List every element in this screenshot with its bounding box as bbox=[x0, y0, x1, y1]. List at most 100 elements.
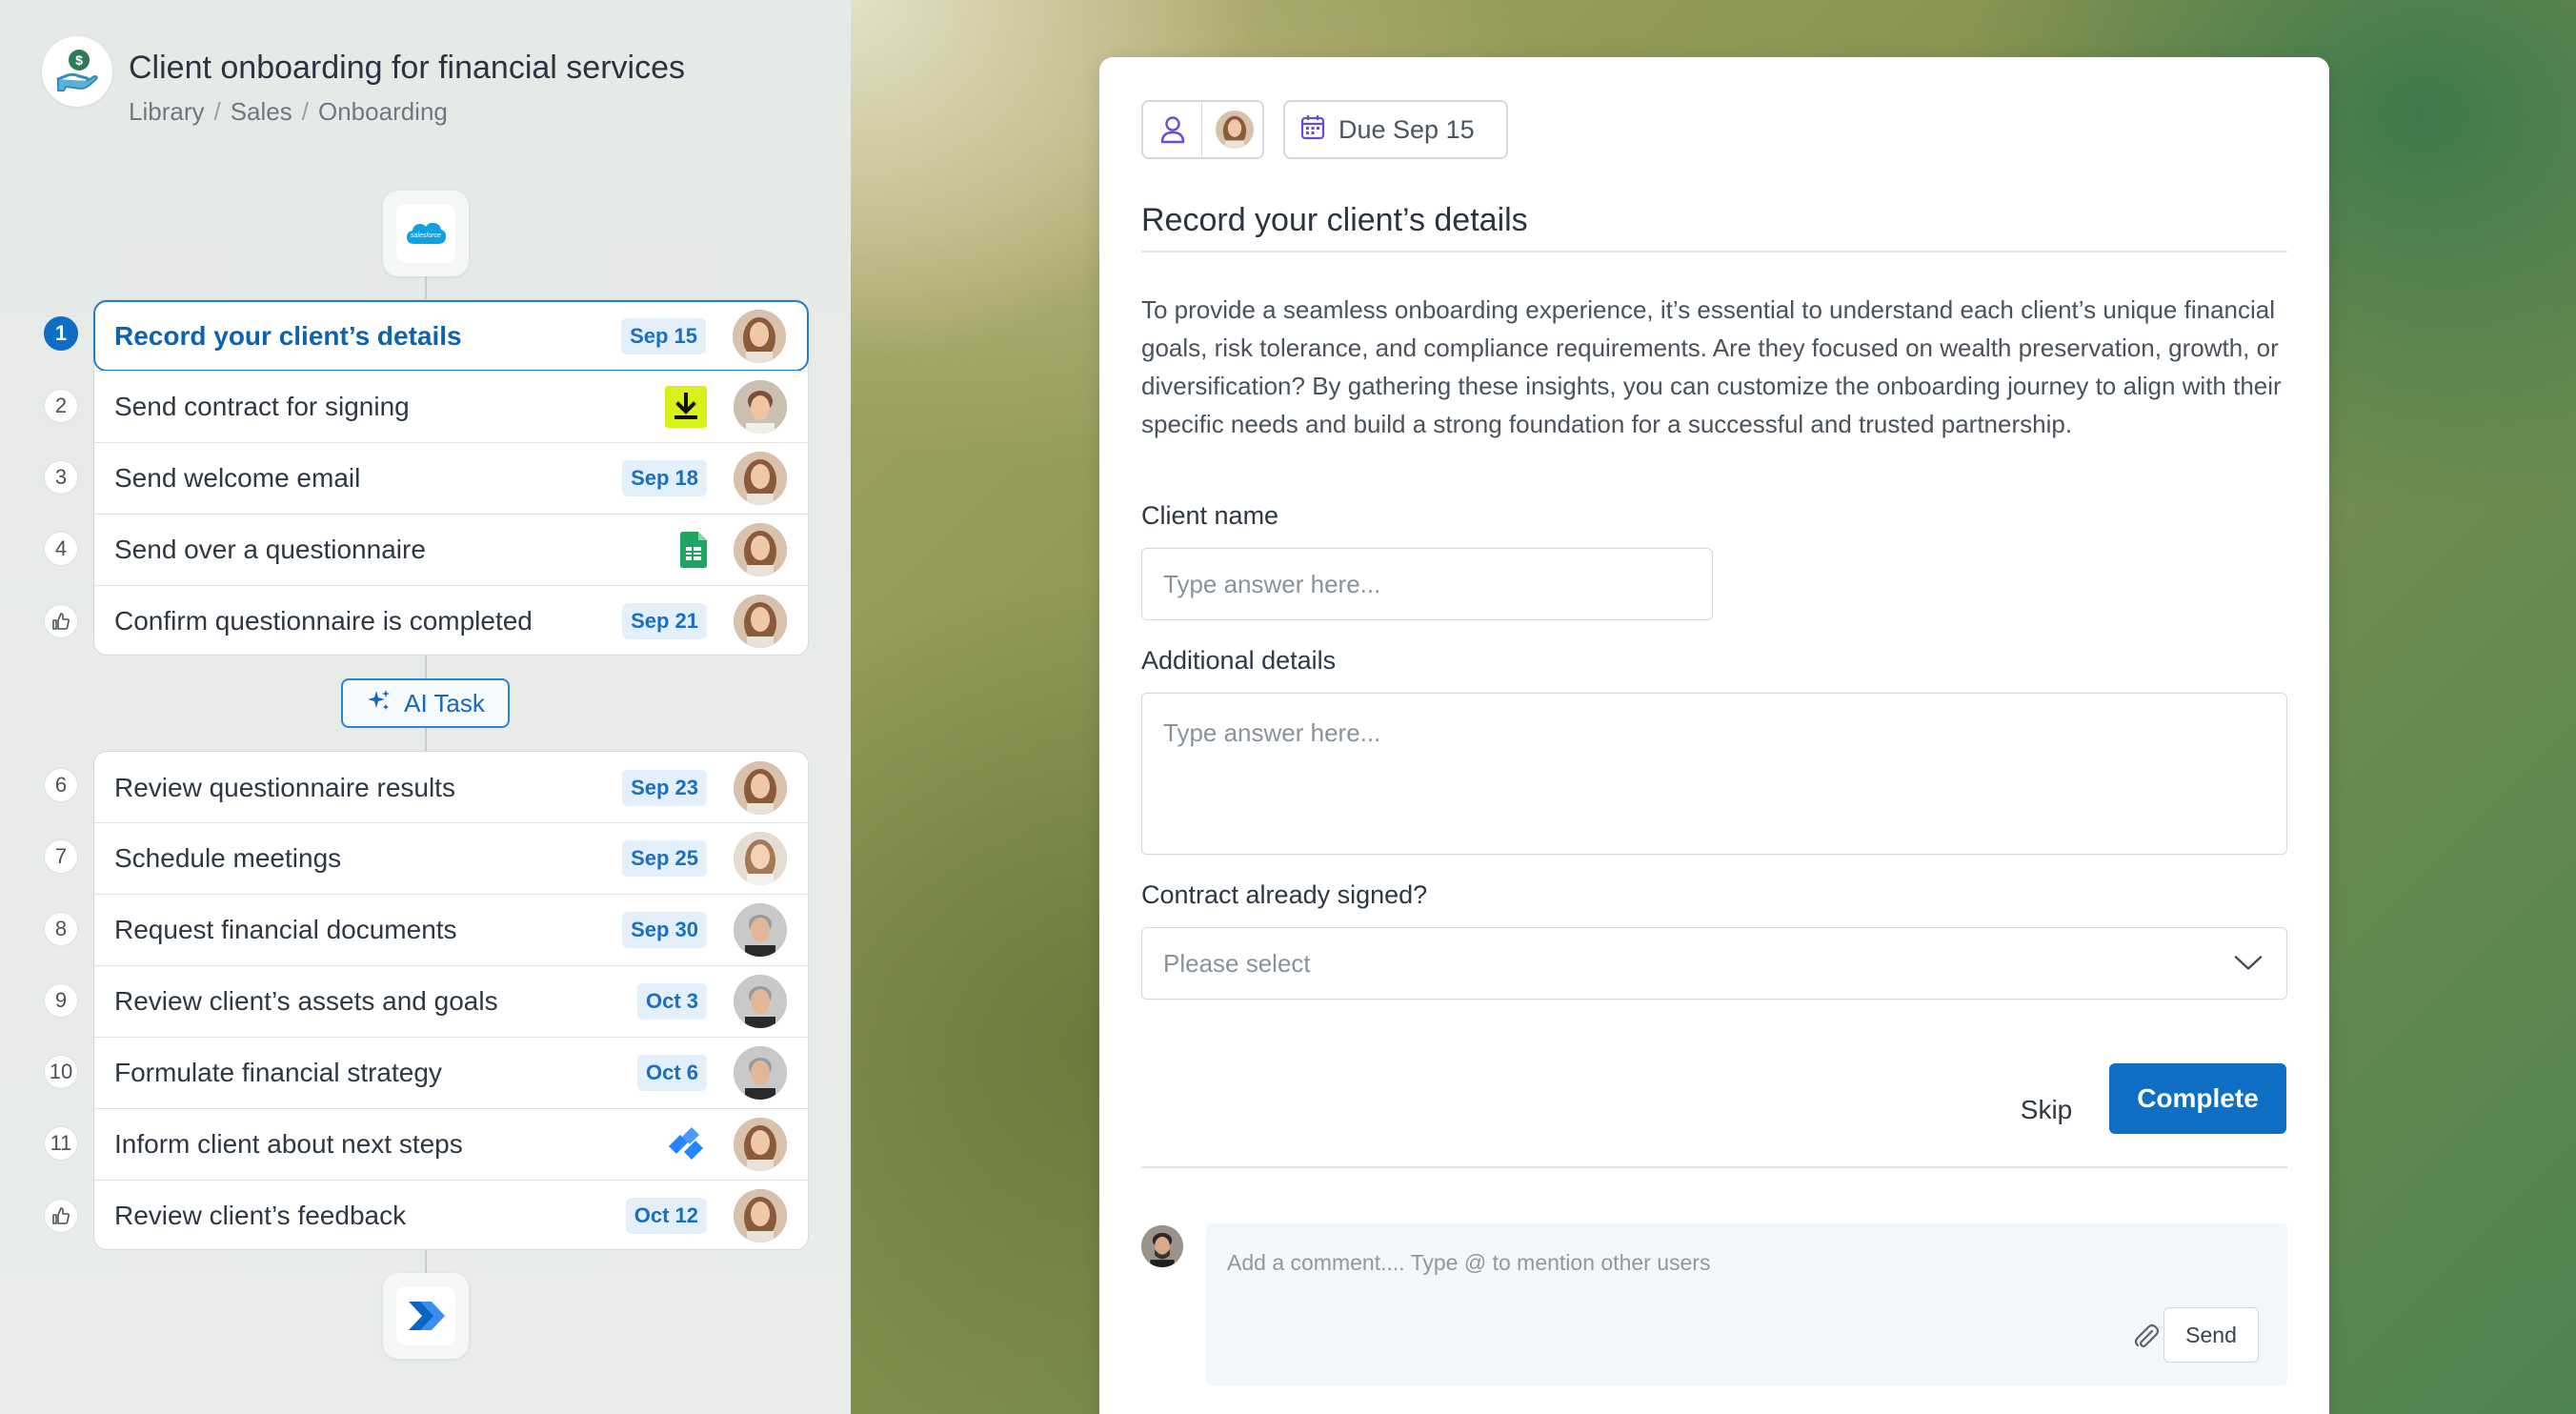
due-badge: Oct 3 bbox=[636, 983, 707, 1020]
step-number: 11 bbox=[44, 1126, 78, 1161]
avatar bbox=[734, 903, 787, 957]
task-description: To provide a seamless onboarding experie… bbox=[1141, 295, 2282, 438]
salesforce-trigger[interactable]: salesforce bbox=[383, 191, 469, 276]
step-number: 4 bbox=[44, 532, 78, 566]
task-row-review-assets[interactable]: Review client’s assets and goals Oct 3 bbox=[94, 965, 808, 1037]
paperclip-icon[interactable] bbox=[2131, 1321, 2162, 1356]
sparkle-icon bbox=[366, 687, 392, 720]
avatar bbox=[733, 309, 786, 363]
additional-details-placeholder: Type answer here... bbox=[1163, 718, 1381, 747]
avatar bbox=[734, 832, 787, 885]
task-row-welcome-email[interactable]: Send welcome email Sep 18 bbox=[94, 442, 808, 514]
power-automate-trigger[interactable] bbox=[383, 1273, 469, 1359]
comment-placeholder: Add a comment.... Type @ to mention othe… bbox=[1227, 1250, 1711, 1275]
step-number: 1 bbox=[44, 316, 78, 351]
additional-details-label: Additional details bbox=[1141, 646, 1337, 675]
breadcrumb-onboarding[interactable]: Onboarding bbox=[318, 97, 448, 127]
avatar bbox=[734, 452, 787, 505]
complete-button[interactable]: Complete bbox=[2109, 1063, 2286, 1134]
contract-signed-placeholder: Please select bbox=[1163, 948, 1311, 978]
due-badge: Oct 12 bbox=[625, 1198, 707, 1234]
svg-text:salesforce: salesforce bbox=[411, 232, 441, 239]
approval-step-icon bbox=[44, 1199, 78, 1233]
task-row-record-details[interactable]: Record your client’s details Sep 15 bbox=[93, 300, 809, 372]
jira-icon bbox=[665, 1125, 707, 1163]
task-detail-card: Due Sep 15 Record your client’s details … bbox=[1099, 57, 2329, 1414]
avatar bbox=[734, 1118, 787, 1171]
comment-input[interactable]: Add a comment.... Type @ to mention othe… bbox=[1206, 1223, 2287, 1385]
chevron-down-icon bbox=[2233, 949, 2264, 979]
breadcrumb-library[interactable]: Library bbox=[129, 97, 204, 127]
due-badge: Sep 18 bbox=[622, 460, 707, 496]
step-number: 8 bbox=[44, 912, 78, 946]
step-number: 9 bbox=[44, 983, 78, 1018]
step-number: 10 bbox=[44, 1055, 78, 1089]
due-badge: Sep 25 bbox=[622, 840, 707, 877]
task-row-questionnaire[interactable]: Send over a questionnaire bbox=[94, 514, 808, 585]
step-number: 3 bbox=[44, 460, 78, 495]
workflow-panel: $ Client onboarding for financial servic… bbox=[0, 0, 851, 1414]
page-title: Client onboarding for financial services bbox=[129, 50, 685, 86]
client-name-label: Client name bbox=[1141, 501, 1279, 530]
breadcrumb-separator: / bbox=[301, 97, 309, 126]
task-row-request-documents[interactable]: Request financial documents Sep 30 bbox=[94, 894, 808, 965]
task-group: Review questionnaire results Sep 23 Sche… bbox=[93, 751, 809, 1250]
avatar bbox=[734, 1046, 787, 1100]
step-number: 2 bbox=[44, 389, 78, 423]
avatar bbox=[734, 760, 787, 815]
task-row-review-results[interactable]: Review questionnaire results Sep 23 bbox=[94, 752, 808, 823]
task-row-financial-strategy[interactable]: Formulate financial strategy Oct 6 bbox=[94, 1037, 808, 1108]
contract-signed-select[interactable]: Please select bbox=[1141, 927, 2287, 1000]
ai-task-button[interactable]: AI Task bbox=[341, 678, 510, 728]
task-row-inform-client[interactable]: Inform client about next steps bbox=[94, 1108, 808, 1180]
breadcrumb: Library / Sales / Onboarding bbox=[129, 97, 448, 127]
task-row-review-feedback[interactable]: Review client’s feedback Oct 12 bbox=[94, 1180, 808, 1251]
divider bbox=[1141, 251, 2287, 252]
task-row-send-contract[interactable]: Send contract for signing bbox=[94, 371, 808, 442]
due-date-label: Due Sep 15 bbox=[1338, 114, 1475, 144]
download-icon bbox=[665, 386, 707, 428]
due-date-button[interactable]: Due Sep 15 bbox=[1283, 100, 1508, 159]
due-badge: Sep 23 bbox=[622, 769, 707, 806]
ai-task-label: AI Task bbox=[404, 688, 485, 717]
avatar bbox=[734, 523, 787, 576]
person-icon bbox=[1143, 102, 1202, 157]
due-badge: Sep 30 bbox=[622, 912, 707, 948]
money-hand-icon: $ bbox=[42, 36, 112, 107]
svg-text:$: $ bbox=[75, 52, 83, 68]
due-badge: Sep 15 bbox=[621, 317, 706, 354]
breadcrumb-sales[interactable]: Sales bbox=[231, 97, 292, 127]
task-row-confirm-questionnaire[interactable]: Confirm questionnaire is completed Sep 2… bbox=[94, 585, 808, 656]
task-title: Record your client’s details bbox=[1141, 202, 1528, 238]
contract-signed-label: Contract already signed? bbox=[1141, 880, 1428, 909]
additional-details-textarea[interactable]: Type answer here... bbox=[1141, 693, 2287, 855]
avatar bbox=[734, 1189, 787, 1242]
avatar bbox=[734, 975, 787, 1028]
connector-line bbox=[425, 1250, 427, 1273]
approval-step-icon bbox=[44, 604, 78, 638]
connector-line bbox=[425, 656, 427, 678]
google-sheets-icon bbox=[680, 532, 707, 568]
skip-button[interactable]: Skip bbox=[2001, 1075, 2092, 1145]
due-badge: Oct 6 bbox=[636, 1055, 707, 1091]
salesforce-logo-icon: salesforce bbox=[396, 204, 455, 263]
current-user-avatar bbox=[1141, 1225, 1183, 1267]
power-automate-logo-icon bbox=[396, 1286, 455, 1345]
step-number: 6 bbox=[44, 768, 78, 802]
send-comment-button[interactable]: Send bbox=[2163, 1307, 2259, 1363]
task-row-schedule-meetings[interactable]: Schedule meetings Sep 25 bbox=[94, 822, 808, 894]
avatar bbox=[734, 380, 787, 434]
divider bbox=[1141, 1166, 2287, 1168]
due-badge: Sep 21 bbox=[622, 603, 707, 639]
connector-line bbox=[425, 276, 427, 300]
breadcrumb-separator: / bbox=[213, 97, 221, 126]
client-name-placeholder: Type answer here... bbox=[1163, 569, 1381, 598]
task-group: Record your client’s details Sep 15 Send… bbox=[93, 299, 809, 656]
client-name-input[interactable]: Type answer here... bbox=[1141, 548, 1713, 620]
assignee-avatar bbox=[1216, 111, 1254, 149]
connector-line bbox=[425, 728, 427, 751]
assignee-selector[interactable] bbox=[1141, 100, 1264, 159]
step-number: 7 bbox=[44, 839, 78, 874]
calendar-icon bbox=[1300, 113, 1325, 147]
avatar bbox=[734, 595, 787, 648]
